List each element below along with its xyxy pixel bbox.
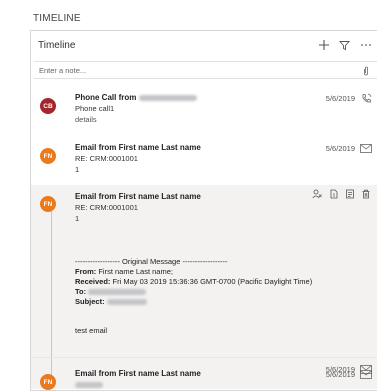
entry-title[interactable]: Email from First name Last name — [75, 143, 201, 152]
note-placeholder: Enter a note... — [39, 66, 87, 75]
avatar: CB — [40, 98, 56, 114]
entry-date: 5/6/2019 — [325, 144, 355, 153]
entry-description: 1 — [75, 214, 80, 223]
details-icon[interactable] — [345, 189, 355, 199]
timeline-entry-email-expanded[interactable]: FN Email from First name Last name RE: C… — [31, 185, 377, 389]
message-subject: Subject: — [75, 297, 147, 306]
open-record-icon[interactable] — [329, 189, 339, 199]
entry-subject: RE: CRM:0001001 — [75, 154, 138, 163]
assign-icon[interactable] — [312, 189, 322, 199]
divider — [31, 357, 377, 358]
paperclip-icon[interactable] — [361, 65, 371, 77]
avatar-initials: FN — [43, 152, 53, 160]
subject-label: Subject: — [75, 297, 105, 306]
message-body: test email — [75, 326, 108, 335]
avatar: FN — [40, 148, 56, 164]
avatar-initials: FN — [43, 200, 53, 208]
filter-icon[interactable] — [336, 37, 352, 53]
entry-description: 1 — [75, 165, 80, 174]
entry-title-text: Phone Call from — [75, 93, 137, 102]
avatar: FN — [40, 374, 56, 390]
entry-title[interactable]: Email from First name Last name — [75, 192, 201, 201]
note-input[interactable]: Enter a note... — [34, 61, 377, 79]
received-value: Fri May 03 2019 15:36:36 GMT-0700 (Pacif… — [112, 277, 313, 286]
redacted-name — [138, 94, 197, 101]
thread-line — [51, 210, 52, 385]
more-options-icon[interactable] — [358, 37, 374, 53]
avatar-initials: FN — [43, 378, 53, 386]
from-label: From: — [75, 267, 97, 276]
timeline-card: Timeline Enter a note... CB Phone Call f… — [30, 30, 377, 391]
timeline-entry-phone-call[interactable]: CB Phone Call from Phone call1 details 5… — [31, 93, 377, 137]
section-title: TIMELINE — [33, 13, 81, 24]
redacted-recipient — [88, 289, 147, 296]
from-value: First name Last name; — [98, 267, 173, 276]
avatar-initials: CB — [43, 102, 53, 110]
entry-subject: RE: CRM:0001001 — [75, 203, 138, 212]
timeline-header: Timeline — [31, 31, 377, 60]
delete-icon[interactable] — [361, 189, 371, 199]
redacted-subject — [106, 299, 147, 306]
entry-title[interactable]: Email from First name Last name — [75, 369, 201, 378]
entry-title[interactable]: Phone Call from — [75, 93, 197, 102]
email-icon — [360, 369, 372, 380]
avatar: FN — [40, 196, 56, 212]
received-label: Received: — [75, 277, 111, 286]
phone-icon — [360, 93, 372, 104]
entry-date: 5/6/2019 — [325, 370, 355, 379]
timeline-entry-email[interactable]: FN Email from First name Last name RE: C… — [31, 143, 377, 183]
message-to: To: — [75, 287, 147, 296]
message-received: Received: Fri May 03 2019 15:36:36 GMT-0… — [75, 277, 312, 286]
timeline-entry-email[interactable]: FN Email from First name Last name 5/6/2… — [31, 369, 377, 391]
redacted-subject — [75, 382, 103, 389]
timeline-title: Timeline — [38, 40, 76, 51]
message-from: From: First name Last name; — [75, 267, 173, 276]
entry-subject: Phone call1 — [75, 104, 115, 113]
email-icon — [360, 143, 372, 154]
entry-date: 5/6/2019 — [325, 94, 355, 103]
entry-subject — [75, 380, 103, 389]
entry-description: details — [75, 115, 97, 124]
add-icon[interactable] — [316, 37, 332, 53]
original-message-separator: ------------------ Original Message ----… — [75, 257, 228, 266]
to-label: To: — [75, 287, 87, 296]
